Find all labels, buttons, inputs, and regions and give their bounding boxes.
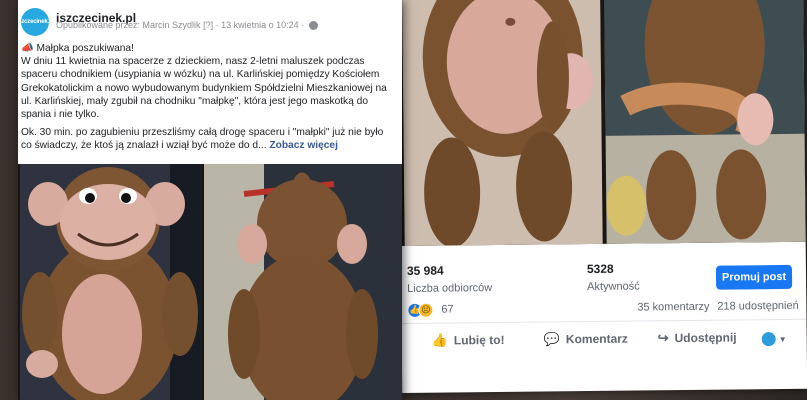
- comment-label: Komentarz: [565, 331, 628, 347]
- published-by[interactable]: Opublikowane przez: Marcin Szydlik: [56, 20, 201, 30]
- page-avatar[interactable]: iSzczecinek.pl: [18, 8, 54, 36]
- share-arrow-icon: ↪: [657, 330, 669, 346]
- reach-stat[interactable]: 35 984 Liczba odbiorców: [407, 263, 492, 295]
- reaction-count[interactable]: 67: [441, 303, 453, 315]
- post-photos-closeup: [398, 0, 806, 246]
- comment-count[interactable]: 35 komentarzy: [637, 301, 709, 314]
- see-more-link[interactable]: Zobacz więcej: [269, 140, 338, 151]
- monkey-toy-illustration: [401, 0, 603, 246]
- reactions-summary: 👍 ☹ 67 35 komentarzy 218 udostępnień: [401, 295, 807, 324]
- meta-separator-2: ·: [301, 20, 305, 30]
- engagement-value: 5328: [586, 261, 614, 277]
- sad-icon: ☹: [418, 302, 434, 318]
- monkey-toy-back-illustration-2: [204, 164, 402, 400]
- share-count[interactable]: 218 udostępnień: [717, 300, 798, 313]
- post-paragraph-2: Ok. 30 min. po zagubieniu przeszliśmy ca…: [21, 126, 393, 152]
- post-header: iSzczecinek.pl iszczecinek.pl Opublikowa…: [18, 0, 402, 40]
- post-photos: [18, 164, 402, 400]
- background-post: 35 984 Liczba odbiorców 5328 Aktywność P…: [398, 0, 807, 393]
- monkey-toy-back-illustration: [603, 0, 806, 244]
- main-post: iSzczecinek.pl iszczecinek.pl Opublikowa…: [18, 0, 402, 400]
- post-meta: Opublikowane przez: Marcin Szydlik [?] ·…: [56, 20, 318, 31]
- comment-button[interactable]: 💬 Komentarz: [544, 331, 628, 348]
- photo-monkey-back-closeup[interactable]: [603, 0, 806, 244]
- avatar: [761, 332, 776, 347]
- like-button[interactable]: 👍 Lubię to!: [432, 332, 505, 349]
- post-headline: 📣 Małpka poszukiwana! W dniu 11 kwietnia…: [21, 42, 393, 121]
- share-button[interactable]: ↪ Udostępnij: [658, 329, 737, 346]
- engagement-label: Aktywność: [587, 280, 640, 294]
- chevron-down-icon: ▼: [778, 334, 787, 344]
- meta-separator: ·: [215, 20, 219, 30]
- paragraph-1: W dniu 11 kwietnia na spacerze z dziecki…: [21, 56, 387, 121]
- reach-value: 35 984: [406, 263, 444, 278]
- comment-bubble-icon: 💬: [543, 331, 560, 347]
- reaction-icons[interactable]: 👍 ☹: [407, 302, 434, 318]
- promote-post-button[interactable]: Promuj post: [715, 264, 793, 290]
- post-insights: 35 984 Liczba odbiorców 5328 Aktywność P…: [401, 246, 807, 348]
- engagement-stat[interactable]: 5328 Aktywność: [587, 261, 640, 293]
- comment-as-selector[interactable]: ▼: [761, 332, 787, 347]
- like-label: Lubię to!: [453, 332, 505, 348]
- post-body: 📣 Małpka poszukiwana! W dniu 11 kwietnia…: [21, 42, 393, 158]
- megaphone-icon: 📣: [21, 43, 34, 54]
- photo-monkey-back[interactable]: [204, 164, 402, 400]
- headline-text: Małpka poszukiwana!: [36, 43, 134, 54]
- post-actions: 👍 Lubię to! 💬 Komentarz ↪ Udostępnij ▼: [402, 324, 807, 358]
- photo-monkey-front[interactable]: [20, 164, 202, 400]
- monkey-toy-front-illustration: [20, 164, 202, 400]
- published-by-help[interactable]: [?]: [203, 20, 213, 30]
- thumbs-up-icon: 👍: [431, 332, 448, 348]
- post-date[interactable]: 13 kwietnia o 10:24: [221, 20, 299, 30]
- share-label: Udostępnij: [674, 330, 737, 346]
- reach-label: Liczba odbiorców: [407, 282, 493, 295]
- privacy-globe-icon[interactable]: [308, 21, 318, 31]
- photo-monkey-front-closeup[interactable]: [401, 0, 603, 246]
